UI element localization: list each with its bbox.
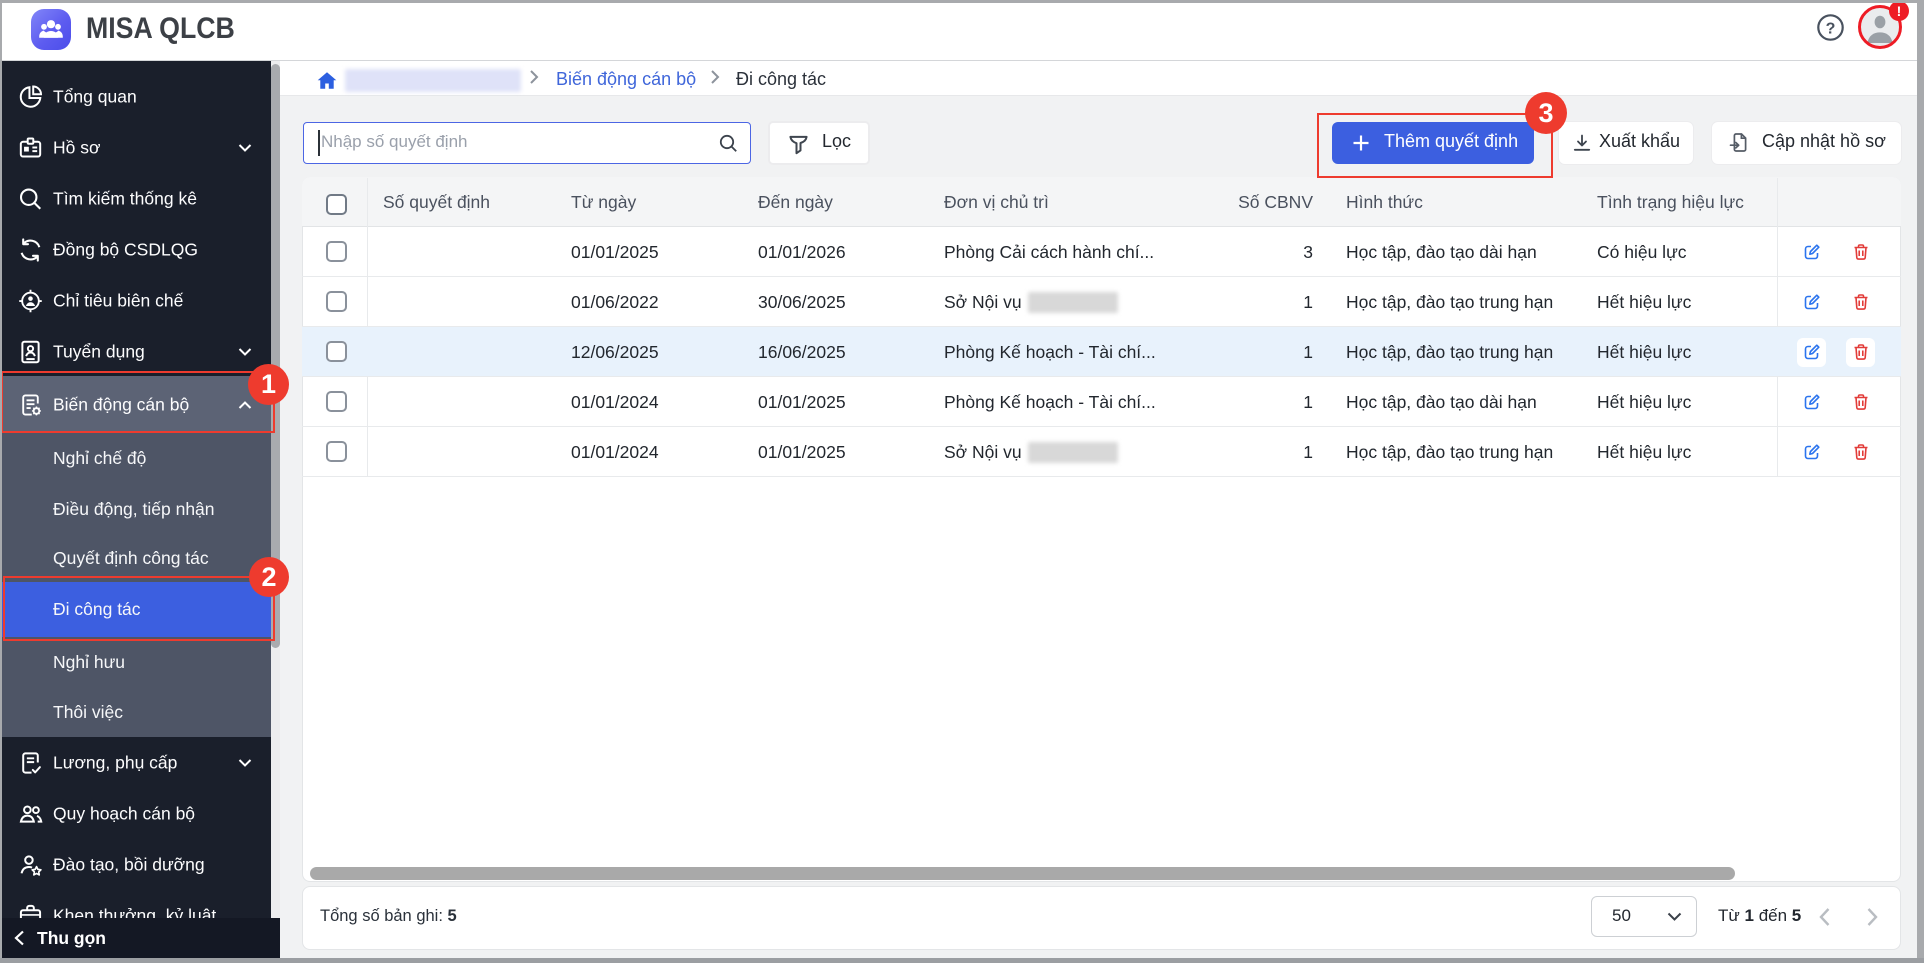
svg-text:?: ?: [1826, 21, 1836, 38]
